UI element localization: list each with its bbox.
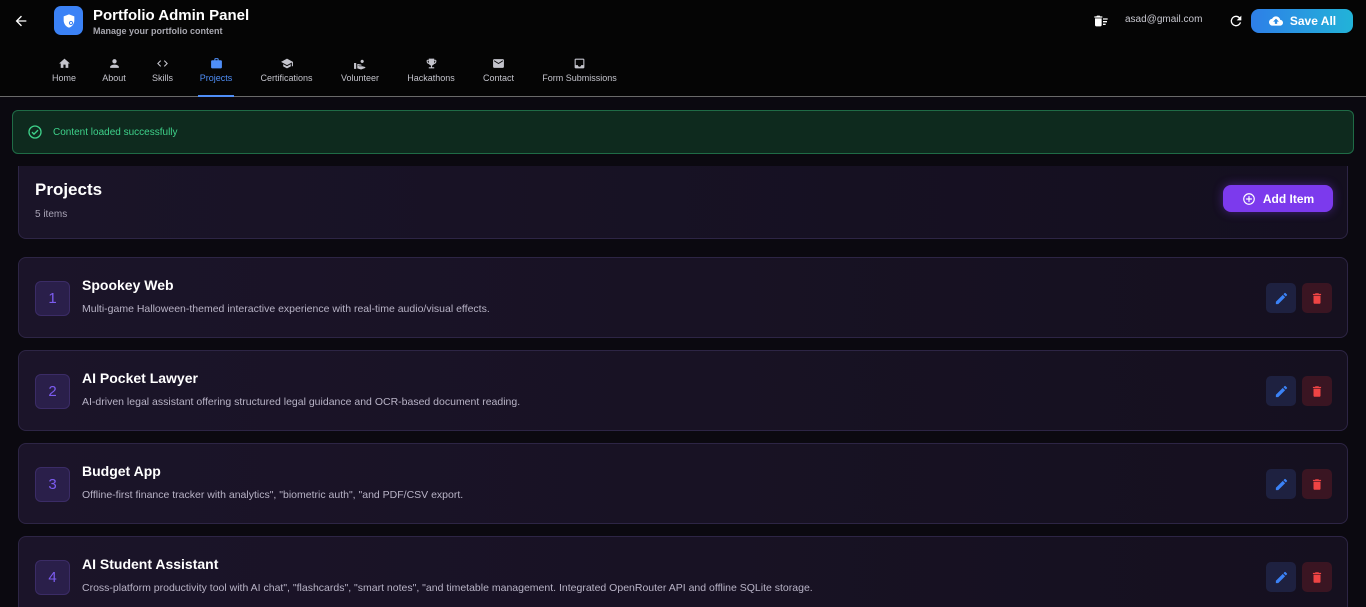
project-number: 4 <box>35 560 70 595</box>
alert-message: Content loaded successfully <box>53 126 178 138</box>
tab-contact[interactable]: Contact <box>481 56 516 97</box>
tab-about[interactable]: About <box>101 56 127 97</box>
tab-label: Skills <box>151 73 173 83</box>
tab-volunteer[interactable]: Volunteer <box>339 56 381 97</box>
pencil-icon <box>1275 292 1287 304</box>
refresh-button[interactable] <box>1226 11 1246 31</box>
tab-certifications[interactable]: Certifications <box>257 56 316 97</box>
add-circle-icon <box>1242 192 1255 205</box>
section-title: Projects <box>35 180 103 199</box>
delete-button[interactable] <box>1302 376 1332 406</box>
graduation-cap-icon <box>280 56 294 70</box>
person-icon <box>107 56 121 70</box>
edit-button[interactable] <box>1266 283 1296 313</box>
project-description: Cross-platform productivity tool with AI… <box>82 582 813 594</box>
tab-label: Contact <box>482 73 515 83</box>
success-alert: Content loaded successfully <box>12 110 1354 154</box>
project-title: Budget App <box>82 463 161 479</box>
volunteer-hand-icon <box>353 56 367 70</box>
delete-button[interactable] <box>1302 469 1332 499</box>
tab-label: Hackathons <box>407 73 455 83</box>
trash-icon <box>1312 292 1322 304</box>
tab-label: About <box>102 73 126 83</box>
add-item-label: Add Item <box>1262 191 1315 206</box>
project-row: 4 AI Student Assistant Cross-platform pr… <box>18 536 1348 607</box>
code-icon <box>156 56 170 70</box>
section-header: Projects 5 items Add Item <box>18 166 1348 239</box>
app-title: Portfolio Admin Panel <box>93 7 250 24</box>
trash-icon <box>1312 571 1322 583</box>
tab-hackathons[interactable]: Hackathons <box>405 56 457 97</box>
tab-label: Form Submissions <box>542 73 617 83</box>
pencil-icon <box>1275 478 1287 490</box>
shield-icon <box>63 13 74 28</box>
tab-projects[interactable]: Projects <box>198 56 234 97</box>
arrow-left-icon <box>15 15 27 27</box>
pencil-icon <box>1275 571 1287 583</box>
tab-label: Home <box>51 73 76 83</box>
project-title: AI Pocket Lawyer <box>82 370 198 386</box>
tab-skills[interactable]: Skills <box>151 56 174 97</box>
add-item-button[interactable]: Add Item <box>1223 185 1333 212</box>
pencil-icon <box>1275 385 1287 397</box>
item-count: 5 items <box>35 209 68 220</box>
edit-button[interactable] <box>1266 376 1296 406</box>
app-subtitle: Manage your portfolio content <box>93 26 223 36</box>
trash-icon <box>1312 385 1322 397</box>
delete-button[interactable] <box>1302 283 1332 313</box>
briefcase-icon <box>209 56 223 70</box>
project-number: 2 <box>35 374 70 409</box>
project-title: Spookey Web <box>82 277 174 293</box>
project-title: AI Student Assistant <box>82 556 219 572</box>
trash-icon <box>1312 478 1322 490</box>
project-description: AI-driven legal assistant offering struc… <box>82 396 521 408</box>
project-row: 3 Budget App Offline-first finance track… <box>18 443 1348 524</box>
project-number: 3 <box>35 467 70 502</box>
save-all-button[interactable]: Save All <box>1251 9 1353 33</box>
delete-button[interactable] <box>1302 562 1332 592</box>
check-circle-icon <box>27 124 43 140</box>
tab-label: Projects <box>199 73 233 83</box>
cloud-upload-icon <box>1268 16 1283 26</box>
edit-button[interactable] <box>1266 562 1296 592</box>
project-row: 1 Spookey Web Multi-game Halloween-theme… <box>18 257 1348 338</box>
inbox-icon <box>573 56 587 70</box>
clear-storage-button[interactable] <box>1092 12 1110 30</box>
tab-label: Volunteer <box>340 73 380 83</box>
project-description: Offline-first finance tracker with analy… <box>82 489 464 501</box>
tab-home[interactable]: Home <box>51 56 77 97</box>
project-description: Multi-game Halloween-themed interactive … <box>82 303 490 315</box>
top-bar: Portfolio Admin Panel Manage your portfo… <box>0 0 1366 97</box>
project-number: 1 <box>35 281 70 316</box>
tab-form-submissions[interactable]: Form Submissions <box>539 56 620 97</box>
user-email: asad@gmail.com <box>1125 14 1203 25</box>
back-button[interactable] <box>10 10 32 32</box>
save-all-label: Save All <box>1289 14 1337 28</box>
trophy-icon <box>424 56 438 70</box>
refresh-icon <box>1230 15 1242 27</box>
delete-sweep-icon <box>1094 15 1108 27</box>
mail-icon <box>492 56 506 70</box>
project-row: 2 AI Pocket Lawyer AI-driven legal assis… <box>18 350 1348 431</box>
tab-label: Certifications <box>260 73 313 83</box>
home-icon <box>57 56 71 70</box>
app-logo <box>54 6 83 35</box>
edit-button[interactable] <box>1266 469 1296 499</box>
